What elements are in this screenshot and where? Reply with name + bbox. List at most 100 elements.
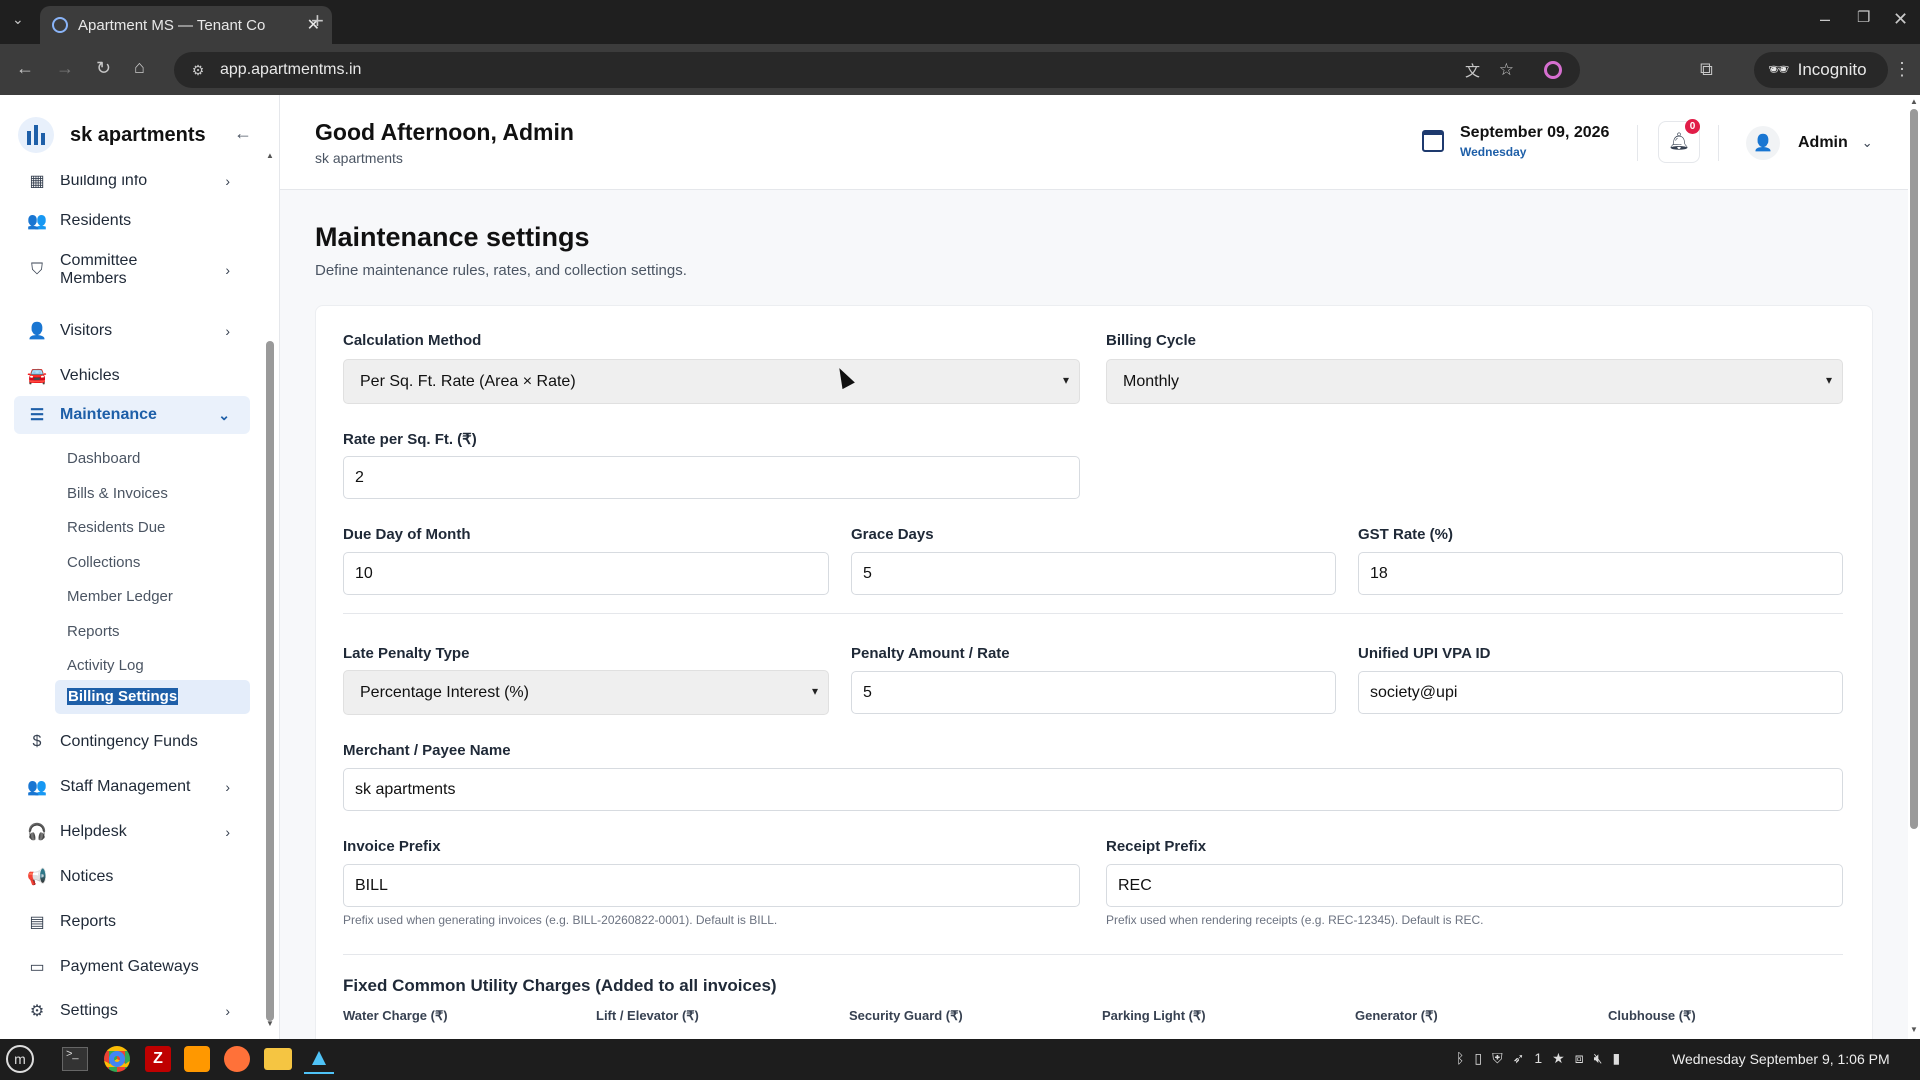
billing-cycle-select[interactable]: Monthly ▾	[1106, 359, 1843, 404]
incognito-indicator[interactable]: 🕶 Incognito	[1754, 52, 1888, 88]
clipboard-icon[interactable]: ▯	[1474, 1050, 1482, 1067]
tab-list-icon[interactable]: ⌄	[12, 12, 24, 26]
sidebar-item-maintenance[interactable]: ☰ Maintenance ⌄	[14, 396, 250, 434]
submenu-billing-settings-row[interactable]: Billing Settings	[55, 680, 250, 714]
site-info-icon[interactable]: ⚙	[184, 62, 212, 79]
sublime-icon[interactable]	[184, 1046, 210, 1072]
invoice-prefix-input[interactable]: BILL	[343, 864, 1080, 907]
sidebar-item-notices[interactable]: 📢 Notices	[14, 855, 250, 899]
os-menu-icon[interactable]: m	[6, 1045, 34, 1073]
settings-card: Calculation Method Per Sq. Ft. Rate (Are…	[315, 305, 1873, 1039]
app-a-icon[interactable]: ▲	[304, 1044, 334, 1074]
address-bar[interactable]: ⚙ app.apartmentms.in 文 ☆	[174, 52, 1580, 88]
filezilla-icon[interactable]: Z	[145, 1046, 171, 1072]
payee-value: sk apartments	[355, 780, 456, 798]
grace-days-input[interactable]: 5	[851, 552, 1336, 595]
sidebar-item-label: Committee	[60, 252, 138, 269]
users-icon: 👥	[27, 213, 47, 230]
new-tab-icon[interactable]: +	[311, 10, 324, 32]
sidebar-scrollbar[interactable]: ▲ ▼	[265, 151, 275, 1031]
sidebar-item-contingency-funds[interactable]: $ Contingency Funds	[14, 720, 250, 764]
shield-tray-icon[interactable]: ⛨	[1492, 1050, 1503, 1067]
penalty-type-select[interactable]: Percentage Interest (%) ▾	[343, 670, 829, 715]
sidebar-item-payment-gateways[interactable]: ▭ Payment Gateways	[14, 945, 250, 989]
page-scrollbar[interactable]: ▲ ▼	[1908, 95, 1920, 1039]
minimize-icon[interactable]: –	[1820, 10, 1830, 28]
sidebar-item-committee-members[interactable]: ⛉ Committee Members ›	[14, 248, 250, 292]
calc-method-select[interactable]: Per Sq. Ft. Rate (Area × Rate) ▾	[343, 359, 1080, 404]
back-icon[interactable]: ←	[16, 59, 34, 77]
star-tray-icon[interactable]: ★	[1552, 1050, 1565, 1067]
divider	[343, 613, 1843, 614]
forward-icon[interactable]: →	[56, 59, 74, 77]
lift-elevator-label: Lift / Elevator (₹)	[596, 1008, 699, 1023]
sidebar-scrollbar-thumb[interactable]	[266, 341, 274, 1021]
bookmark-star-icon[interactable]: ☆	[1499, 60, 1514, 80]
chevron-right-icon: ›	[225, 175, 230, 189]
battery-icon[interactable]: ▮	[1612, 1050, 1620, 1067]
sidebar-item-residents[interactable]: 👥 Residents	[14, 199, 250, 243]
notification-count-badge: 0	[1685, 119, 1700, 134]
sidebar-item-staff-management[interactable]: 👥 Staff Management ›	[14, 765, 250, 809]
grid-icon: ▦	[29, 175, 45, 190]
sidebar-item-settings[interactable]: ⚙ Settings ›	[14, 989, 250, 1033]
submenu-activity-log[interactable]: Activity Log	[67, 657, 144, 674]
megaphone-icon: 📢	[27, 869, 47, 886]
sidebar-item-helpdesk[interactable]: 🎧 Helpdesk ›	[14, 810, 250, 854]
invoice-prefix-label: Invoice Prefix	[343, 838, 441, 855]
upi-input[interactable]: society@upi	[1358, 671, 1843, 714]
tray-icons: ᛒ ▯ ⛨ ➶ 1 ★ ⧈ 🔇︎ ▮	[1456, 1050, 1620, 1067]
staff-icon: 👥	[27, 779, 47, 796]
submenu-reports[interactable]: Reports	[67, 623, 120, 640]
firefox-icon[interactable]	[224, 1046, 250, 1072]
notifications-button[interactable]: 🔔︎ 0	[1658, 119, 1700, 163]
page-scrollbar-thumb[interactable]	[1910, 109, 1918, 829]
chrome-icon[interactable]	[104, 1046, 130, 1072]
volume-muted-icon[interactable]: 🔇︎	[1594, 1050, 1603, 1067]
collapse-sidebar-icon[interactable]: ←	[234, 123, 252, 144]
restore-icon[interactable]: ❐	[1857, 10, 1870, 25]
workspace-number[interactable]: 1	[1534, 1050, 1542, 1067]
home-icon[interactable]: ⌂	[134, 58, 145, 76]
rate-input[interactable]: 2	[343, 456, 1080, 499]
sidebar-item-vehicles[interactable]: 🚘 Vehicles	[14, 354, 250, 398]
network-icon[interactable]: ⧈	[1575, 1050, 1584, 1067]
reload-icon[interactable]: ↻	[96, 59, 111, 77]
chevron-down-icon: ▾	[1062, 373, 1069, 387]
terminal-icon[interactable]: >_	[62, 1047, 88, 1071]
extensions-icon[interactable]: ⧉	[1700, 60, 1713, 78]
sidebar-item-visitors[interactable]: 👤 Visitors ›	[14, 309, 250, 353]
gst-rate-input[interactable]: 18	[1358, 552, 1843, 595]
submenu-dashboard[interactable]: Dashboard	[67, 450, 140, 467]
window-close-icon[interactable]: ✕	[1893, 10, 1908, 28]
bluetooth-icon[interactable]: ᛒ	[1456, 1050, 1464, 1067]
payee-input[interactable]: sk apartments	[343, 768, 1843, 811]
extension-color-icon[interactable]	[1544, 61, 1562, 79]
browser-menu-icon[interactable]: ⋮	[1893, 60, 1911, 78]
translate-icon[interactable]: 文	[1465, 60, 1480, 81]
submenu-collections[interactable]: Collections	[67, 554, 140, 571]
rate-label: Rate per Sq. Ft. (₹)	[343, 431, 477, 448]
shield-icon: ⛉	[30, 261, 43, 278]
parking-light-label: Parking Light (₹)	[1102, 1008, 1206, 1023]
user-menu[interactable]: 👤 Admin ⌄	[1746, 125, 1873, 161]
submenu-residents-due[interactable]: Residents Due	[67, 519, 165, 536]
files-icon[interactable]	[264, 1048, 292, 1070]
due-day-input[interactable]: 10	[343, 552, 829, 595]
browser-tab[interactable]: Apartment MS — Tenant Co ✕	[40, 6, 332, 44]
sidebar-item-label: Settings	[60, 1002, 118, 1019]
receipt-prefix-input[interactable]: REC	[1106, 864, 1843, 907]
penalty-amount-input[interactable]: 5	[851, 671, 1336, 714]
submenu-bills-invoices[interactable]: Bills & Invoices	[67, 485, 168, 502]
sidebar-item-reports[interactable]: ▤ Reports	[14, 900, 250, 944]
user-name: Admin	[1798, 134, 1848, 151]
rocket-icon[interactable]: ➶	[1513, 1050, 1525, 1067]
chevron-right-icon: ›	[225, 779, 230, 795]
receipt-prefix-hint: Prefix used when rendering receipts (e.g…	[1106, 913, 1484, 927]
rate-value: 2	[355, 468, 364, 486]
grace-days-value: 5	[863, 564, 872, 582]
submenu-member-ledger[interactable]: Member Ledger	[67, 588, 173, 605]
clock[interactable]: Wednesday September 9, 1:06 PM	[1672, 1051, 1890, 1067]
chevron-down-icon: ⌄	[1861, 135, 1873, 150]
upi-value: society@upi	[1370, 683, 1458, 701]
